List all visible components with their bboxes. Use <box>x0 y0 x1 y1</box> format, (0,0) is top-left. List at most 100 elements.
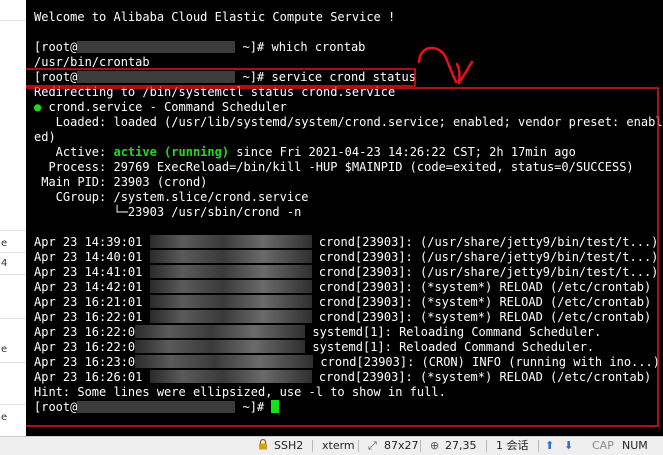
caps-lock-indicator: CAP <box>592 439 614 452</box>
loaded-line: Loaded: loaded (/usr/lib/systemd/system/… <box>34 115 663 129</box>
status-separator <box>358 440 359 452</box>
cursor-position-icon: ⊕ <box>430 439 440 452</box>
prompt-prefix: [root@ <box>34 40 78 54</box>
log-time: Apr 23 14:42:01 <box>34 280 143 294</box>
left-pane-divider <box>0 404 26 405</box>
left-pane-glyph: 4 <box>1 258 8 269</box>
prompt-line: [root@ ~]# which crontab <box>34 40 365 55</box>
log-line: Apr 23 14:41:01 crond[23903]: (/usr/shar… <box>34 265 658 280</box>
left-pane: e 4 e e <box>0 0 27 436</box>
prompt-line[interactable]: [root@ ~]# <box>34 400 280 415</box>
log-time: Apr 23 16:22:01 <box>34 310 143 324</box>
text-cursor <box>271 400 280 413</box>
command-text: which crontab <box>271 40 366 54</box>
lock-icon <box>258 437 268 455</box>
left-pane-divider <box>0 318 26 319</box>
prompt-suffix: ~]# <box>235 40 272 54</box>
left-pane-divider <box>0 230 26 231</box>
log-line: Apr 23 16:22:0 systemd[1]: Reloaded Comm… <box>34 340 594 355</box>
loaded-line-wrap: ed) <box>34 130 56 144</box>
output-line: /usr/bin/crontab <box>34 55 150 69</box>
status-separator <box>420 440 421 452</box>
num-lock-indicator: NUM <box>622 439 648 452</box>
log-message: crond[23903]: (/usr/share/jetty9/bin/tes… <box>318 235 659 249</box>
session-count-label: 1 会话 <box>496 439 529 452</box>
service-title-line: ● crond.service - Command Scheduler <box>34 100 287 115</box>
active-line: Active: active (running) since Fri 2021-… <box>34 145 576 160</box>
log-time: Apr 23 14:41:01 <box>34 265 143 279</box>
hint-line: Hint: Some lines were ellipsized, use -l… <box>34 385 446 399</box>
redacted-hostname <box>149 310 312 323</box>
annotation-curve <box>417 46 458 84</box>
status-bar: SSH2 xterm ⤢ 87x27 ⊕ 27,35 1 会话 ⬆ ⬇ CAP … <box>0 436 663 455</box>
download-arrow-icon: ⬇ <box>564 439 574 452</box>
log-message: crond[23903]: (CRON) INFO (running with … <box>320 355 660 369</box>
prompt-prefix: [root@ <box>34 400 78 414</box>
log-line: Apr 23 16:21:01 crond[23903]: (*system*)… <box>34 295 651 310</box>
log-message: crond[23903]: (*system*) RELOAD (/etc/cr… <box>318 280 652 294</box>
status-separator <box>312 440 313 452</box>
left-pane-divider <box>0 20 26 21</box>
prompt-suffix: ~]# <box>235 400 272 414</box>
redacted-hostname <box>135 355 314 368</box>
log-time: Apr 23 14:39:01 <box>34 235 143 249</box>
left-pane-glyph: e <box>1 238 8 249</box>
cursor-position-label: 27,35 <box>445 439 477 452</box>
status-separator <box>538 440 539 452</box>
prompt-prefix: [root@ <box>34 70 78 84</box>
log-message: crond[23903]: (*system*) RELOAD (/etc/cr… <box>318 295 652 309</box>
welcome-line: Welcome to Alibaba Cloud Elastic Compute… <box>34 10 396 24</box>
active-label: Active: <box>34 145 114 159</box>
log-time: Apr 23 16:23:0 <box>34 355 136 369</box>
log-line: Apr 23 16:22:01 crond[23903]: (*system*)… <box>34 310 651 325</box>
left-pane-divider <box>0 362 26 363</box>
terminal-type-label: xterm <box>322 439 355 452</box>
redacted-hostname <box>149 265 312 278</box>
log-line: Apr 23 16:23:0 crond[23903]: (CRON) INFO… <box>34 355 660 370</box>
redacted-hostname <box>149 235 312 248</box>
redacted-hostname <box>149 250 312 263</box>
terminal-size-label: 87x27 <box>384 439 419 452</box>
redacted-hostname <box>77 71 236 83</box>
cgroup-line: CGroup: /system.slice/crond.service <box>34 190 309 204</box>
redacted-hostname <box>135 325 306 338</box>
redacted-hostname <box>149 280 312 293</box>
resize-icon: ⤢ <box>368 439 377 452</box>
left-pane-glyph: e <box>1 412 8 423</box>
status-separator <box>486 440 487 452</box>
status-dot-icon: ● <box>34 100 42 114</box>
log-time: Apr 23 16:26:01 <box>34 370 143 384</box>
log-line: Apr 23 14:42:01 crond[23903]: (*system*)… <box>34 280 651 295</box>
redacted-hostname <box>149 295 312 308</box>
process-line: Process: 29769 ExecReload=/bin/kill -HUP… <box>34 160 634 174</box>
command-text: service crond status <box>271 70 416 84</box>
redacted-hostname <box>135 340 306 353</box>
output-line: Redirecting to /bin/systemctl status cro… <box>34 85 396 99</box>
left-pane-divider <box>0 274 26 275</box>
log-time: Apr 23 14:40:01 <box>34 250 143 264</box>
log-message: crond[23903]: (*system*) RELOAD (/etc/cr… <box>318 310 652 324</box>
log-message: crond[23903]: (/usr/share/jetty9/bin/tes… <box>318 250 659 264</box>
log-message: systemd[1]: Reloading Command Scheduler. <box>312 325 602 339</box>
main-pid-line: Main PID: 23903 (crond) <box>34 175 208 189</box>
log-time: Apr 23 16:22:0 <box>34 340 136 354</box>
left-pane-divider <box>0 252 26 253</box>
log-time: Apr 23 16:21:01 <box>34 295 143 309</box>
redacted-hostname <box>77 41 236 53</box>
redacted-hostname <box>77 401 236 413</box>
terminal-output[interactable]: Welcome to Alibaba Cloud Elastic Compute… <box>26 0 663 436</box>
protocol-label: SSH2 <box>274 439 304 452</box>
annotation-arrow-icon <box>455 60 474 85</box>
left-pane-glyph: e <box>1 344 8 355</box>
log-message: crond[23903]: (*system*) RELOAD (/etc/cr… <box>318 370 652 384</box>
log-line: Apr 23 14:39:01 crond[23903]: (/usr/shar… <box>34 235 658 250</box>
prompt-line: [root@ ~]# service crond status <box>34 70 416 85</box>
log-line: Apr 23 16:26:01 crond[23903]: (*system*)… <box>34 370 651 385</box>
prompt-suffix: ~]# <box>235 70 272 84</box>
active-state: active (running) <box>113 145 230 159</box>
cgroup-child-line: └─23903 /usr/sbin/crond -n <box>34 205 302 219</box>
log-line: Apr 23 14:40:01 crond[23903]: (/usr/shar… <box>34 250 658 265</box>
log-message: crond[23903]: (/usr/share/jetty9/bin/tes… <box>318 265 659 279</box>
log-line: Apr 23 16:22:0 systemd[1]: Reloading Com… <box>34 325 601 340</box>
upload-arrow-icon: ⬆ <box>545 439 555 452</box>
